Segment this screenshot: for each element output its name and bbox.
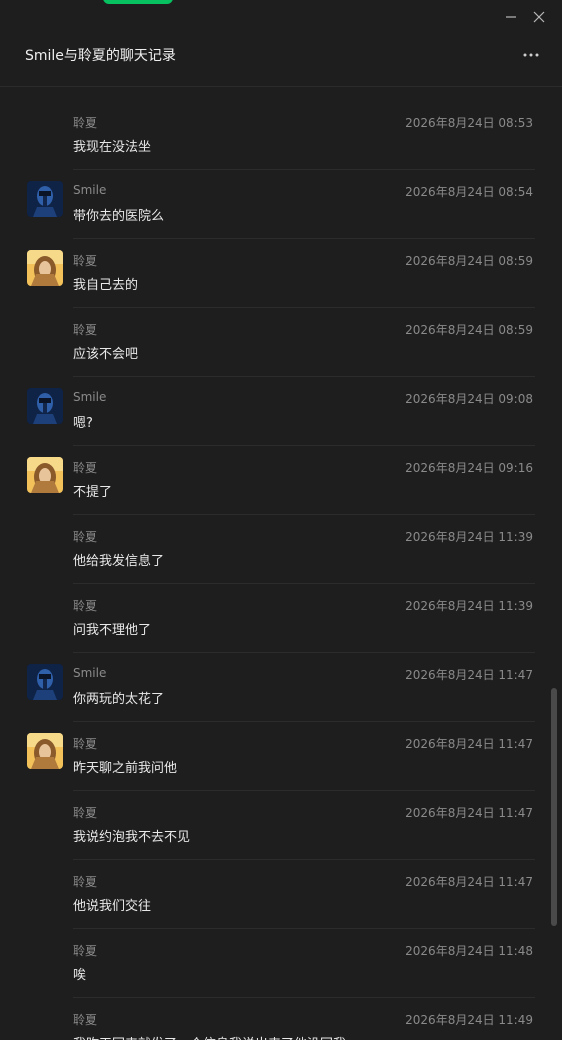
sender-name: Smile — [73, 666, 107, 680]
message-text: 我昨天回来就发了一个信息我说出来了他没回我 — [73, 1033, 346, 1040]
message-divider — [73, 583, 535, 584]
message-text: 你两玩的太花了 — [73, 692, 165, 707]
message-timestamp: 2026年8月24日 11:48 — [405, 944, 533, 958]
message-text: 嗯? — [73, 416, 93, 431]
message-item[interactable]: 聆夏 2026年8月24日 11:48 唉 — [0, 928, 548, 997]
message-timestamp: 2026年8月24日 11:47 — [405, 875, 533, 889]
message-timestamp: 2026年8月24日 08:54 — [405, 185, 533, 199]
message-text: 不提了 — [73, 485, 113, 500]
message-text: 带你去的医院么 — [73, 209, 165, 224]
message-item[interactable]: 聆夏 2026年8月24日 08:59 应该不会吧 — [0, 307, 548, 376]
message-item[interactable]: 聆夏 2026年8月24日 09:16 不提了 — [0, 445, 548, 514]
avatar-smile[interactable] — [27, 181, 63, 217]
message-item[interactable]: 聆夏 2026年8月24日 11:47 他说我们交往 — [0, 859, 548, 928]
message-item[interactable]: 聆夏 2026年8月24日 11:49 我昨天回来就发了一个信息我说出来了他没回我 — [0, 997, 548, 1040]
message-timestamp: 2026年8月24日 11:39 — [405, 599, 533, 613]
header: Smile与聆夏的聊天记录 — [0, 30, 562, 86]
message-timestamp: 2026年8月24日 09:08 — [405, 392, 533, 406]
message-text: 我自己去的 — [73, 278, 139, 293]
sender-name: 聆夏 — [73, 530, 98, 544]
avatar-lingxia[interactable] — [27, 733, 63, 769]
message-timestamp: 2026年8月24日 08:53 — [405, 116, 533, 130]
message-divider — [73, 376, 535, 377]
message-text: 我现在没法坐 — [73, 140, 152, 155]
message-item[interactable]: 聆夏 2026年8月24日 11:39 他给我发信息了 — [0, 514, 548, 583]
message-timestamp: 2026年8月24日 08:59 — [405, 254, 533, 268]
sender-name: 聆夏 — [73, 944, 98, 958]
sender-name: Smile — [73, 390, 107, 404]
message-divider — [73, 307, 535, 308]
sender-name: 聆夏 — [73, 875, 98, 889]
sender-name: 聆夏 — [73, 254, 98, 268]
message-timestamp: 2026年8月24日 09:16 — [405, 461, 533, 475]
scrollbar-thumb[interactable] — [551, 688, 557, 926]
message-item[interactable]: 聆夏 2026年8月24日 08:53 我现在没法坐 — [0, 100, 548, 169]
message-divider — [73, 859, 535, 860]
message-text: 他给我发信息了 — [73, 554, 165, 569]
message-divider — [73, 169, 535, 170]
message-divider — [73, 928, 535, 929]
message-list[interactable]: 聆夏 2026年8月24日 08:53 我现在没法坐 Smile 2026年8月24日… — [0, 87, 548, 1040]
avatar-smile[interactable] — [27, 388, 63, 424]
message-item[interactable]: Smile 2026年8月24日 08:54 带你去的医院么 — [0, 169, 548, 238]
more-options-icon — [523, 53, 539, 57]
message-timestamp: 2026年8月24日 11:39 — [405, 530, 533, 544]
message-text: 他说我们交往 — [73, 899, 152, 914]
sender-name: 聆夏 — [73, 806, 98, 820]
close-button[interactable] — [528, 6, 550, 28]
message-timestamp: 2026年8月24日 11:47 — [405, 737, 533, 751]
window-controls — [500, 6, 550, 28]
message-item[interactable]: 聆夏 2026年8月24日 11:47 我说约泡我不去不见 — [0, 790, 548, 859]
message-divider — [73, 445, 535, 446]
minimize-icon — [506, 16, 516, 18]
message-text: 昨天聊之前我问他 — [73, 761, 178, 776]
message-item[interactable]: Smile 2026年8月24日 09:08 嗯? — [0, 376, 548, 445]
sender-name: 聆夏 — [73, 323, 98, 337]
message-item[interactable]: 聆夏 2026年8月24日 08:59 我自己去的 — [0, 238, 548, 307]
sender-name: 聆夏 — [73, 461, 98, 475]
message-divider — [73, 997, 535, 998]
message-text: 问我不理他了 — [73, 623, 152, 638]
avatar-smile[interactable] — [27, 664, 63, 700]
sender-name: 聆夏 — [73, 1013, 98, 1027]
message-text: 唉 — [73, 968, 87, 983]
message-timestamp: 2026年8月24日 11:47 — [405, 806, 533, 820]
message-item[interactable]: 聆夏 2026年8月24日 11:47 昨天聊之前我问他 — [0, 721, 548, 790]
message-divider — [73, 721, 535, 722]
avatar-lingxia[interactable] — [27, 457, 63, 493]
message-divider — [73, 790, 535, 791]
message-divider — [73, 238, 535, 239]
message-divider — [73, 652, 535, 653]
message-divider — [73, 514, 535, 515]
minimize-button[interactable] — [500, 6, 522, 28]
chat-history-window: Smile与聆夏的聊天记录 聆夏 2026年8月24日 08:53 我现在没法坐 S… — [0, 0, 562, 1040]
more-options-button[interactable] — [520, 44, 542, 66]
message-text: 应该不会吧 — [73, 347, 139, 362]
message-item[interactable]: 聆夏 2026年8月24日 11:39 问我不理他了 — [0, 583, 548, 652]
active-tab-indicator — [103, 0, 173, 4]
message-item[interactable]: Smile 2026年8月24日 11:47 你两玩的太花了 — [0, 652, 548, 721]
message-timestamp: 2026年8月24日 11:49 — [405, 1013, 533, 1027]
message-timestamp: 2026年8月24日 08:59 — [405, 323, 533, 337]
sender-name: 聆夏 — [73, 599, 98, 613]
avatar-lingxia[interactable] — [27, 250, 63, 286]
sender-name: Smile — [73, 183, 107, 197]
page-title: Smile与聆夏的聊天记录 — [25, 48, 176, 64]
sender-name: 聆夏 — [73, 737, 98, 751]
message-timestamp: 2026年8月24日 11:47 — [405, 668, 533, 682]
close-icon — [533, 11, 545, 23]
message-text: 我说约泡我不去不见 — [73, 830, 191, 845]
sender-name: 聆夏 — [73, 116, 98, 130]
